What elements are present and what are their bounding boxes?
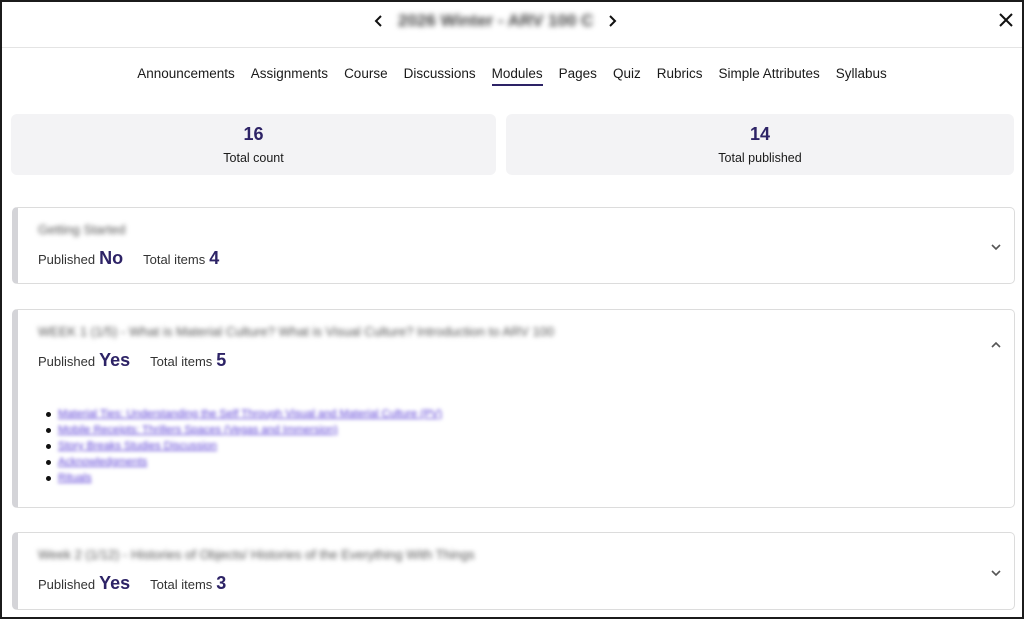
total-published-label: Total published: [718, 151, 802, 165]
module-card[interactable]: Week 2 (1/12) - Histories of Objects/ Hi…: [12, 532, 1015, 610]
list-item: Material Ties: Understanding the Self Th…: [45, 406, 442, 422]
total-items-value: 3: [216, 573, 227, 593]
stat-total-published: 14 Total published: [506, 114, 1014, 175]
top-bar: 2026 Winter - ARV 100 C: [2, 2, 1022, 48]
published-value: Yes: [99, 573, 131, 593]
module-title: WEEK 1 (1/5) - What is Material Culture?…: [38, 324, 555, 339]
module-meta: Published Yes Total items 5: [38, 350, 246, 371]
chevron-down-icon[interactable]: [986, 237, 1006, 257]
chevron-right-icon[interactable]: [605, 11, 619, 31]
tab-syllabus[interactable]: Syllabus: [836, 66, 887, 86]
tab-modules[interactable]: Modules: [491, 66, 543, 86]
list-item: Rituals: [45, 470, 442, 486]
chevron-left-icon[interactable]: [372, 11, 386, 31]
tab-assignments[interactable]: Assignments: [251, 66, 328, 86]
published-label: Published: [38, 252, 96, 267]
total-items-label: Total items: [150, 577, 213, 592]
total-items-value: 4: [209, 248, 220, 268]
tab-course[interactable]: Course: [344, 66, 388, 86]
total-count-label: Total count: [223, 151, 284, 165]
published-value: Yes: [99, 350, 131, 370]
module-meta: Published Yes Total items 3: [38, 573, 246, 594]
tab-announcements[interactable]: Announcements: [137, 66, 235, 86]
module-item-link[interactable]: Material Ties: Understanding the Self Th…: [58, 408, 442, 420]
published-value: No: [99, 248, 124, 268]
module-item-list: Material Ties: Understanding the Self Th…: [45, 406, 442, 486]
course-title: 2026 Winter - ARV 100 C: [398, 11, 594, 30]
list-item: Acknowledgments: [45, 454, 442, 470]
published-label: Published: [38, 354, 96, 369]
total-published-value: 14: [749, 124, 771, 144]
published-label: Published: [38, 577, 96, 592]
tab-rubrics[interactable]: Rubrics: [657, 66, 703, 86]
window-frame: 2026 Winter - ARV 100 C Announcements Ass…: [0, 0, 1024, 619]
tab-discussions[interactable]: Discussions: [404, 66, 476, 86]
total-count-value: 16: [243, 124, 264, 144]
module-item-link[interactable]: Story Breaks Studies Discussion: [58, 440, 217, 452]
module-card[interactable]: Getting Started Published No Total items…: [12, 207, 1015, 284]
module-item-link[interactable]: Acknowledgments: [58, 456, 147, 468]
module-card[interactable]: WEEK 1 (1/5) - What is Material Culture?…: [12, 309, 1015, 508]
list-item: Mobile Receipts: Thrillers Spaces (Vegas…: [45, 422, 442, 438]
chevron-down-icon[interactable]: [986, 563, 1006, 583]
close-icon[interactable]: [994, 8, 1018, 32]
tab-quiz[interactable]: Quiz: [613, 66, 641, 86]
chevron-up-icon[interactable]: [986, 335, 1006, 355]
module-title: Getting Started: [38, 222, 126, 237]
tab-simple-attributes[interactable]: Simple Attributes: [718, 66, 819, 86]
course-switcher: 2026 Winter - ARV 100 C: [372, 10, 619, 32]
list-item: Story Breaks Studies Discussion: [45, 438, 442, 454]
total-items-value: 5: [216, 350, 227, 370]
module-item-link[interactable]: Rituals: [58, 472, 92, 484]
stat-total-count: 16 Total count: [11, 114, 496, 175]
module-title: Week 2 (1/12) - Histories of Objects/ Hi…: [38, 547, 475, 562]
module-item-link[interactable]: Mobile Receipts: Thrillers Spaces (Vegas…: [58, 424, 338, 436]
tab-pages[interactable]: Pages: [559, 66, 597, 86]
tab-bar: Announcements Assignments Course Discussion…: [2, 66, 1022, 86]
total-items-label: Total items: [150, 354, 213, 369]
module-meta: Published No Total items 4: [38, 248, 239, 269]
total-items-label: Total items: [143, 252, 206, 267]
